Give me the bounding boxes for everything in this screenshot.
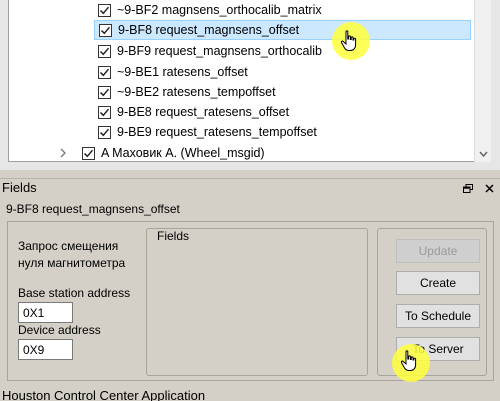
checkbox[interactable] — [99, 23, 112, 37]
checkbox[interactable] — [98, 3, 111, 17]
tree-item-label: 9-BE9 request_ratesens_tempoffset — [117, 125, 317, 139]
tree-item[interactable]: ~9-BE2 ratesens_tempoffset — [94, 82, 460, 102]
message-description: Запрос смещения нуля магнитометра — [18, 239, 126, 270]
device-address-label: Device address — [18, 323, 101, 337]
close-icon[interactable] — [481, 179, 497, 197]
fields-groupbox: Fields — [146, 228, 368, 376]
base-station-label: Base station address — [18, 286, 131, 300]
fields-group-title: Fields — [155, 229, 192, 243]
tree-item-label: 9-BE8 request_ratesens_offset — [117, 105, 290, 119]
to-schedule-button[interactable]: To Schedule — [396, 304, 480, 328]
checkbox[interactable] — [98, 125, 111, 139]
checkbox[interactable] — [98, 85, 111, 99]
tree-item-label: A Маховик A. (Wheel_msgid) — [101, 146, 265, 160]
create-button[interactable]: Create — [396, 271, 480, 295]
message-tree-panel: ~9-BF2 magnsens_orthocalib_matrix 9-BF8 … — [0, 0, 500, 170]
tree-item[interactable]: ~9-BF2 magnsens_orthocalib_matrix — [94, 0, 460, 20]
update-button[interactable]: Update — [396, 239, 480, 263]
message-name: 9-BF8 request_magnsens_offset — [6, 202, 180, 216]
tree-item[interactable]: ~9-BE1 ratesens_offset — [94, 62, 460, 82]
tree-item[interactable]: 9-BE8 request_ratesens_offset — [94, 102, 460, 122]
tree-item-label: 9-BF8 request_magnsens_offset — [118, 23, 300, 37]
checkbox[interactable] — [82, 146, 95, 160]
hand-cursor-icon — [400, 350, 417, 371]
float-window-icon[interactable] — [460, 179, 476, 197]
checkbox[interactable] — [98, 105, 111, 119]
checkbox[interactable] — [98, 65, 111, 79]
base-station-input[interactable]: 0X1 — [18, 302, 73, 323]
device-address-input[interactable]: 0X9 — [18, 339, 73, 360]
scroll-down-icon[interactable] — [475, 145, 492, 162]
dock-title: Fields — [2, 180, 37, 195]
tree-item[interactable]: 9-BE9 request_ratesens_tempoffset — [94, 122, 460, 142]
tree-item-label: ~9-BE1 ratesens_offset — [117, 65, 248, 79]
chevron-right-icon[interactable] — [56, 146, 70, 160]
status-bar-text: Houston Control Center Application — [2, 388, 206, 401]
checkbox[interactable] — [98, 44, 111, 58]
tree-item[interactable]: 9-BF9 request_magnsens_orthocalib — [94, 41, 460, 61]
tree-item-selected[interactable]: 9-BF8 request_magnsens_offset — [94, 20, 471, 40]
tree-item-label: ~9-BF2 magnsens_orthocalib_matrix — [117, 3, 322, 17]
tree-item-label: 9-BF9 request_magnsens_orthocalib — [117, 44, 322, 58]
hand-cursor-icon — [340, 30, 357, 51]
fields-dock-titlebar: Fields — [0, 178, 500, 196]
tree-item-collapsed[interactable]: A Маховик A. (Wheel_msgid) — [56, 143, 265, 163]
vertical-scrollbar[interactable] — [474, 0, 491, 162]
tree-item-label: ~9-BE2 ratesens_tempoffset — [117, 85, 276, 99]
